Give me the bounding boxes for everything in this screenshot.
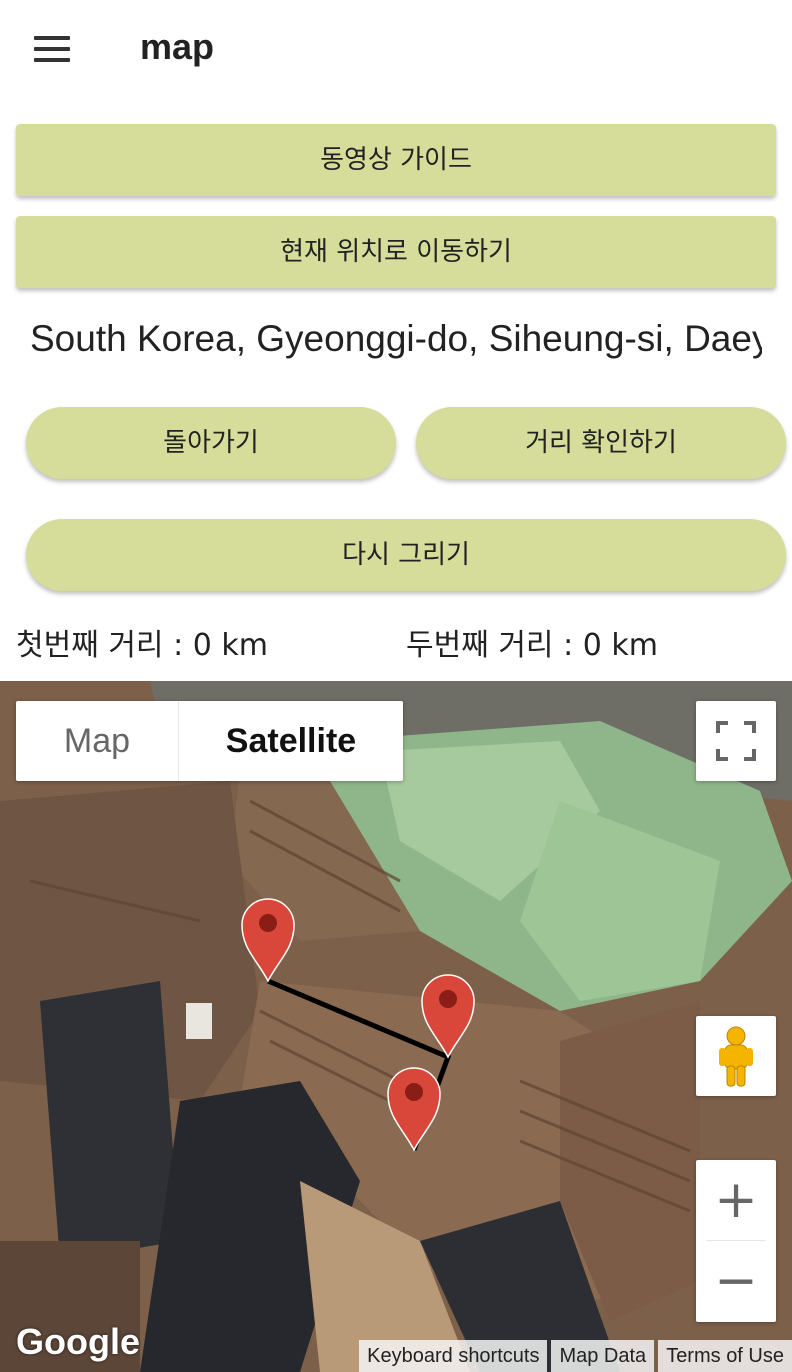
fullscreen-icon bbox=[716, 721, 756, 761]
map-data-link[interactable]: Map Data bbox=[551, 1340, 655, 1372]
zoom-control: + − bbox=[696, 1160, 776, 1322]
move-to-current-location-button[interactable]: 현재 위치로 이동하기 bbox=[16, 216, 776, 288]
address-text: South Korea, Gyeonggi-do, Siheung-si, Da… bbox=[30, 318, 762, 359]
terms-of-use-link[interactable]: Terms of Use bbox=[658, 1340, 792, 1372]
map-view[interactable]: Map Satellite + − Google Keyboard shortc… bbox=[0, 681, 792, 1372]
fullscreen-button[interactable] bbox=[696, 701, 776, 781]
map-attribution-bar: Keyboard shortcuts Map Data Terms of Use bbox=[355, 1340, 792, 1372]
app-title: map bbox=[140, 26, 215, 67]
map-marker-1[interactable] bbox=[241, 898, 295, 983]
street-view-pegman-button[interactable] bbox=[696, 1016, 776, 1096]
zoom-in-button[interactable]: + bbox=[696, 1160, 776, 1240]
map-marker-3[interactable] bbox=[387, 1067, 441, 1152]
google-logo: Google bbox=[16, 1321, 140, 1362]
check-distance-button[interactable]: 거리 확인하기 bbox=[416, 407, 786, 479]
second-distance-label: 두번째 거리 : 0 km bbox=[406, 628, 658, 663]
map-marker-2[interactable] bbox=[421, 974, 475, 1059]
map-type-control: Map Satellite bbox=[16, 701, 403, 781]
first-distance-label: 첫번째 거리 : 0 km bbox=[16, 628, 268, 663]
hamburger-menu-icon[interactable] bbox=[34, 36, 70, 62]
back-button[interactable]: 돌아가기 bbox=[26, 407, 396, 479]
redraw-button[interactable]: 다시 그리기 bbox=[26, 519, 786, 591]
pegman-icon bbox=[719, 1026, 753, 1087]
route-overlay bbox=[241, 898, 475, 1152]
app-bar: map bbox=[0, 0, 792, 100]
keyboard-shortcuts-link[interactable]: Keyboard shortcuts bbox=[359, 1340, 548, 1372]
map-type-map-button[interactable]: Map bbox=[16, 701, 179, 781]
map-type-satellite-button[interactable]: Satellite bbox=[179, 701, 403, 781]
zoom-out-button[interactable]: − bbox=[696, 1241, 776, 1321]
video-guide-button[interactable]: 동영상 가이드 bbox=[16, 124, 776, 196]
